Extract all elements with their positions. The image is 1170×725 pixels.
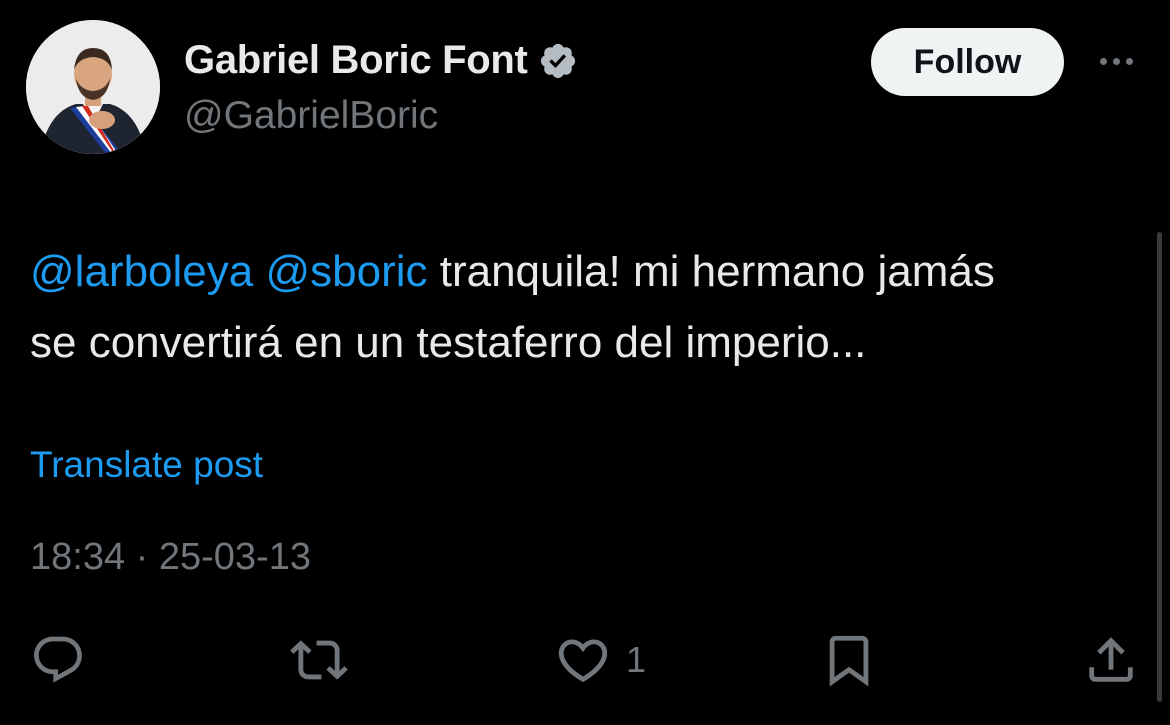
like-button[interactable]: 1 (554, 632, 646, 688)
more-options-icon[interactable] (1092, 46, 1140, 76)
verified-badge-icon[interactable] (538, 41, 578, 81)
profile-photo-avatar (26, 20, 160, 154)
tweet-text-line-1: @larboleya @sboric tranquila! mi hermano… (30, 236, 1150, 307)
tweet-text-content: tranquila! mi hermano jamás (427, 247, 995, 296)
retweet-button[interactable] (290, 632, 348, 688)
author-name-row: Gabriel Boric Font (184, 38, 578, 83)
tweet-text: @larboleya @sboric tranquila! mi hermano… (30, 236, 1150, 378)
share-icon (1089, 637, 1133, 682)
heart-icon (558, 639, 608, 683)
like-count: 1 (626, 639, 647, 680)
author-display-name[interactable]: Gabriel Boric Font (184, 38, 528, 83)
post-timestamp[interactable]: 18:34 · 25-03-13 (30, 536, 311, 579)
author-handle[interactable]: @GabrielBoric (184, 94, 438, 138)
scrollbar[interactable] (1157, 232, 1162, 702)
mention-link[interactable]: @larboleya (30, 247, 253, 296)
share-button[interactable] (1082, 632, 1140, 688)
reply-icon (34, 636, 82, 683)
tweet-text-line-2: se convertirá en un testaferro del imper… (30, 318, 867, 367)
author-avatar[interactable] (26, 20, 160, 154)
tweet-detail-view: Gabriel Boric Font @GabrielBoric Follow … (0, 0, 1170, 725)
reply-button[interactable] (30, 632, 86, 688)
bookmark-button[interactable] (820, 632, 878, 688)
bookmark-icon (829, 635, 869, 687)
translate-post-link[interactable]: Translate post (30, 444, 263, 486)
retweet-icon (290, 640, 348, 680)
follow-button[interactable]: Follow (871, 28, 1064, 96)
mention-link[interactable]: @sboric (265, 247, 427, 296)
